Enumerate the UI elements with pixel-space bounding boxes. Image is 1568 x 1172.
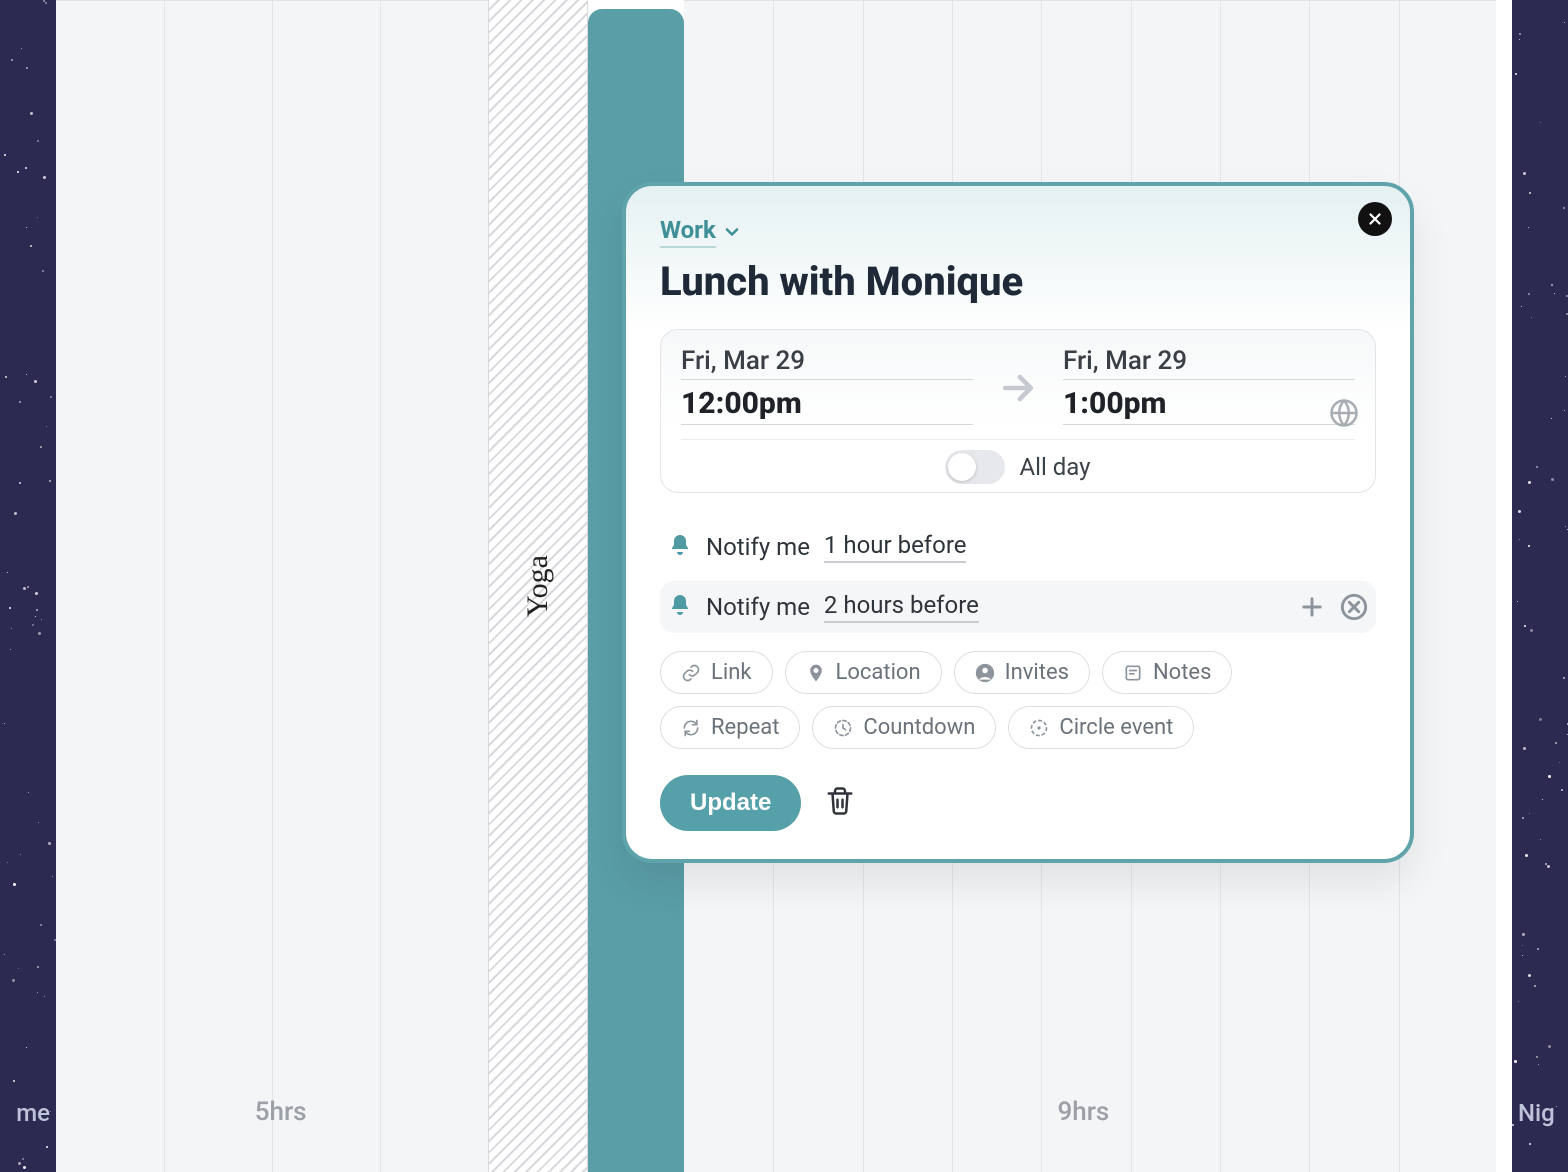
notify-prefix: Notify me: [706, 533, 810, 561]
delete-button[interactable]: [825, 786, 855, 820]
close-button[interactable]: [1358, 202, 1392, 236]
end-date[interactable]: Fri, Mar 29: [1063, 346, 1355, 380]
event-title[interactable]: Lunch with Monique: [660, 258, 1376, 305]
plus-icon: [1298, 593, 1326, 621]
duration-left: 5hrs: [255, 1097, 307, 1127]
yoga-event[interactable]: Yoga: [488, 0, 588, 1172]
circle-event-icon: [1029, 718, 1049, 738]
chip-label: Repeat: [711, 715, 779, 740]
chip-label: Location: [836, 660, 921, 685]
chip-label: Circle event: [1059, 715, 1173, 740]
timezone-button[interactable]: [1329, 398, 1359, 432]
arrow-icon: [983, 346, 1053, 410]
countdown-icon: [833, 718, 853, 738]
repeat-chip[interactable]: Repeat: [660, 706, 800, 749]
bell-icon: [668, 593, 692, 621]
cancel-circle-icon: [1340, 593, 1368, 621]
chip-label: Invites: [1005, 660, 1069, 685]
options-chip-row: Link Location Invites Notes Repeat Count…: [660, 651, 1376, 749]
bell-icon: [668, 533, 692, 561]
category-label: Work: [660, 216, 716, 248]
pin-icon: [806, 663, 826, 683]
start-date[interactable]: Fri, Mar 29: [681, 346, 973, 380]
allday-toggle[interactable]: [945, 450, 1005, 484]
notification-row-1[interactable]: Notify me 1 hour before: [660, 521, 1376, 573]
notify-value[interactable]: 2 hours before: [824, 591, 979, 623]
category-selector[interactable]: Work: [660, 216, 1376, 248]
countdown-chip[interactable]: Countdown: [812, 706, 996, 749]
allday-label: All day: [1019, 453, 1090, 481]
event-editor-popover: Work Lunch with Monique Fri, Mar 29 12:0…: [622, 182, 1414, 863]
notify-value[interactable]: 1 hour before: [824, 531, 967, 563]
invites-chip[interactable]: Invites: [954, 651, 1090, 694]
chip-label: Countdown: [863, 715, 975, 740]
trash-icon: [825, 786, 855, 816]
notification-row-2[interactable]: Notify me 2 hours before: [660, 581, 1376, 633]
globe-icon: [1329, 398, 1359, 428]
repeat-icon: [681, 718, 701, 738]
close-icon: [1366, 210, 1384, 228]
notes-chip[interactable]: Notes: [1102, 651, 1232, 694]
duration-right: 9hrs: [1058, 1097, 1110, 1127]
circle-event-chip[interactable]: Circle event: [1008, 706, 1194, 749]
update-button[interactable]: Update: [660, 775, 801, 831]
notify-prefix: Notify me: [706, 593, 810, 621]
notes-icon: [1123, 663, 1143, 683]
night-label-right: Nig: [1518, 1099, 1555, 1127]
datetime-panel: Fri, Mar 29 12:00pm Fri, Mar 29 1:00pm A…: [660, 329, 1376, 493]
end-time[interactable]: 1:00pm: [1063, 386, 1355, 425]
location-chip[interactable]: Location: [785, 651, 942, 694]
start-time[interactable]: 12:00pm: [681, 386, 973, 425]
link-chip[interactable]: Link: [660, 651, 773, 694]
chip-label: Notes: [1153, 660, 1211, 685]
night-label-left: me: [16, 1099, 50, 1127]
night-panel-right: Nig: [1512, 0, 1568, 1172]
link-icon: [681, 663, 701, 683]
chevron-down-icon: [722, 222, 742, 242]
person-icon: [975, 663, 995, 683]
day-block-left[interactable]: 5hrs: [56, 0, 488, 1172]
chip-label: Link: [711, 660, 752, 685]
yoga-event-label: Yoga: [521, 555, 555, 617]
remove-notification-button[interactable]: [1340, 593, 1368, 621]
add-notification-button[interactable]: [1298, 593, 1326, 621]
night-panel-left: me: [0, 0, 56, 1172]
